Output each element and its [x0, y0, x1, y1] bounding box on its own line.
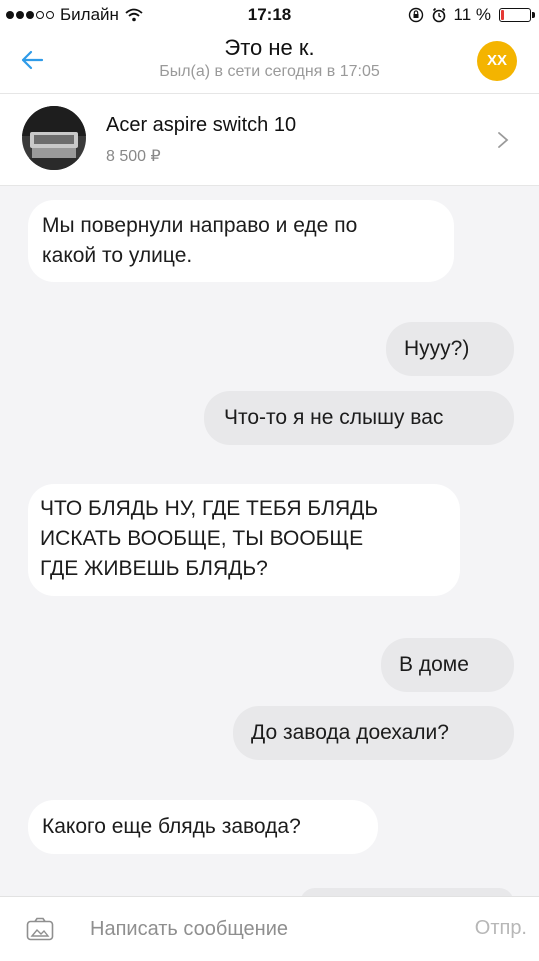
message-text: ИСКАТЬ ВООБЩЕ, ТЫ ВООБЩЕ — [40, 527, 364, 550]
status-right: 11 % — [408, 5, 535, 25]
message-text: Какого еще блядь завода? — [42, 815, 301, 838]
message-text: Что-то я не слышу вас — [224, 406, 444, 429]
battery-icon — [499, 8, 535, 22]
product-name: Acer aspire switch 10 — [106, 114, 297, 136]
product-card[interactable]: Acer aspire switch 10 8 500 ₽ — [0, 94, 539, 186]
message-bubble-outgoing: До завода доехали? — [233, 706, 514, 760]
battery-percent: 11 % — [453, 5, 492, 24]
last-seen-status: Был(а) в сети сегодня в 17:05 — [159, 63, 380, 80]
rotation-lock-icon — [408, 7, 423, 23]
message-text: какой то улице. — [42, 244, 193, 267]
message-bubble-incoming: Мы повернули направо и еде по какой то у… — [28, 200, 454, 282]
message-composer: Отпр. — [0, 896, 539, 961]
message-bubble-incoming: ЧТО БЛЯДЬ НУ, ГДЕ ТЕБЯ БЛЯДЬ ИСКАТЬ ВООБ… — [28, 484, 460, 596]
message-text: ЧТО БЛЯДЬ НУ, ГДЕ ТЕБЯ БЛЯДЬ — [40, 497, 379, 520]
message-bubble-outgoing: Что-то я не слышу вас — [204, 391, 514, 445]
avatar[interactable]: XX — [477, 41, 517, 81]
message-text: Мы повернули направо и еде по — [42, 214, 358, 237]
message-bubble-outgoing: Нууу?) — [386, 322, 514, 376]
camera-icon[interactable] — [26, 917, 54, 941]
product-image — [22, 106, 86, 170]
send-button[interactable]: Отпр. — [475, 917, 527, 940]
message-bubble-incoming: Какого еще блядь завода? — [28, 800, 378, 854]
battery-level — [501, 10, 504, 20]
chat-title: Это не к. — [224, 35, 315, 60]
chevron-right-icon — [498, 132, 509, 148]
message-text: ГДЕ ЖИВЕШЬ БЛЯДЬ? — [40, 557, 268, 580]
alarm-icon — [432, 7, 445, 23]
status-bar: Билайн 17:18 11 % — [0, 0, 539, 30]
message-text: До завода доехали? — [251, 721, 449, 744]
product-price: 8 500 ₽ — [106, 148, 161, 165]
message-text: Нууу?) — [404, 337, 470, 360]
message-bubble-outgoing: В доме — [381, 638, 514, 692]
message-text: В доме — [399, 653, 469, 676]
chat-header: Это не к. Был(а) в сети сегодня в 17:05 … — [0, 30, 539, 94]
message-input[interactable] — [90, 915, 410, 943]
